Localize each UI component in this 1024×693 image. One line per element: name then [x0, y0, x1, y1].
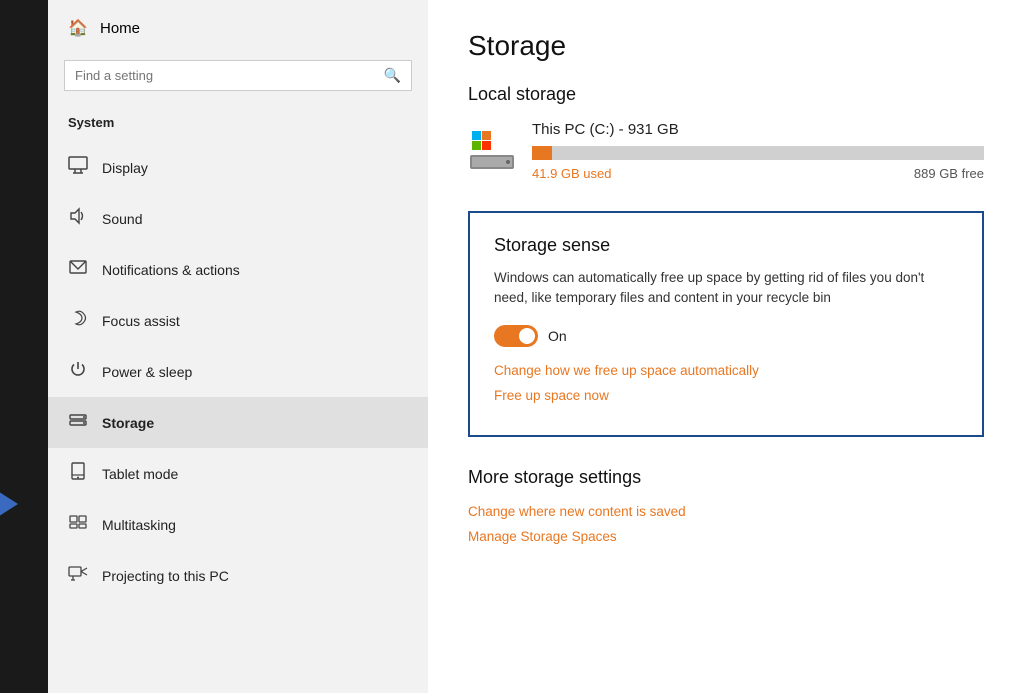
sidebar-item-sound[interactable]: Sound: [48, 193, 428, 244]
projecting-icon: [68, 563, 88, 588]
storage-progress-bar: [532, 146, 984, 160]
toggle-row: On: [494, 325, 958, 347]
storage-icon: [68, 410, 88, 435]
main-content: Storage Local storage This PC (C:) - 931…: [428, 0, 1024, 693]
search-box[interactable]: 🔍: [64, 60, 412, 91]
drive-icon: [468, 125, 516, 173]
home-icon: 🏠: [68, 18, 88, 38]
more-storage-section: More storage settings Change where new c…: [468, 467, 984, 544]
drive-details: This PC (C:) - 931 GB 41.9 GB used 889 G…: [532, 121, 984, 181]
notifications-icon: [68, 257, 88, 282]
sidebar-item-label-multitasking: Multitasking: [102, 517, 176, 533]
search-icon: 🔍: [384, 67, 401, 84]
sidebar-item-notifications[interactable]: Notifications & actions: [48, 244, 428, 295]
sidebar-item-tablet[interactable]: Tablet mode: [48, 448, 428, 499]
sidebar-item-label-display: Display: [102, 160, 148, 176]
drive-name: This PC (C:) - 931 GB: [532, 121, 984, 138]
toggle-label: On: [548, 328, 567, 344]
sound-icon: [68, 206, 88, 231]
more-storage-title: More storage settings: [468, 467, 984, 488]
storage-arrow-indicator: [0, 490, 18, 518]
sidebar-item-multitasking[interactable]: Multitasking: [48, 499, 428, 550]
page-title: Storage: [468, 30, 984, 62]
sidebar-item-label-tablet: Tablet mode: [102, 466, 178, 482]
storage-sense-toggle[interactable]: [494, 325, 538, 347]
display-icon: [68, 155, 88, 180]
sidebar-item-label-storage: Storage: [102, 415, 154, 431]
focus-icon: [68, 308, 88, 333]
sidebar-item-display[interactable]: Display: [48, 142, 428, 193]
search-input[interactable]: [75, 68, 384, 83]
sidebar-item-label-sound: Sound: [102, 211, 142, 227]
free-up-space-link[interactable]: Free up space now: [494, 388, 958, 403]
sidebar-section-title: System: [48, 107, 428, 142]
free-label: 889 GB free: [914, 166, 984, 181]
manage-storage-spaces-link[interactable]: Manage Storage Spaces: [468, 529, 984, 544]
toggle-knob: [519, 328, 535, 344]
sidebar-home-button[interactable]: 🏠 Home: [48, 0, 428, 56]
storage-sense-title: Storage sense: [494, 235, 958, 256]
local-storage-title: Local storage: [468, 84, 984, 105]
sidebar-item-focus[interactable]: Focus assist: [48, 295, 428, 346]
tablet-icon: [68, 461, 88, 486]
power-icon: [68, 359, 88, 384]
sidebar-item-projecting[interactable]: Projecting to this PC: [48, 550, 428, 601]
sidebar-item-label-projecting: Projecting to this PC: [102, 568, 229, 584]
multitasking-icon: [68, 512, 88, 537]
drive-block: This PC (C:) - 931 GB 41.9 GB used 889 G…: [468, 121, 984, 181]
storage-progress-fill: [532, 146, 552, 160]
sidebar-item-power[interactable]: Power & sleep: [48, 346, 428, 397]
home-label: Home: [100, 20, 140, 37]
sidebar-item-storage[interactable]: Storage: [48, 397, 428, 448]
sidebar-item-label-power: Power & sleep: [102, 364, 192, 380]
change-content-location-link[interactable]: Change where new content is saved: [468, 504, 984, 519]
change-auto-link[interactable]: Change how we free up space automaticall…: [494, 363, 958, 378]
drive-stats: 41.9 GB used 889 GB free: [532, 166, 984, 181]
used-label: 41.9 GB used: [532, 166, 612, 181]
sidebar-item-label-focus: Focus assist: [102, 313, 180, 329]
sidebar-item-label-notifications: Notifications & actions: [102, 262, 240, 278]
left-nav-strip: [0, 0, 48, 693]
storage-sense-description: Windows can automatically free up space …: [494, 268, 958, 309]
sidebar: 🏠 Home 🔍 System Display Sound: [48, 0, 428, 693]
storage-sense-box: Storage sense Windows can automatically …: [468, 211, 984, 437]
